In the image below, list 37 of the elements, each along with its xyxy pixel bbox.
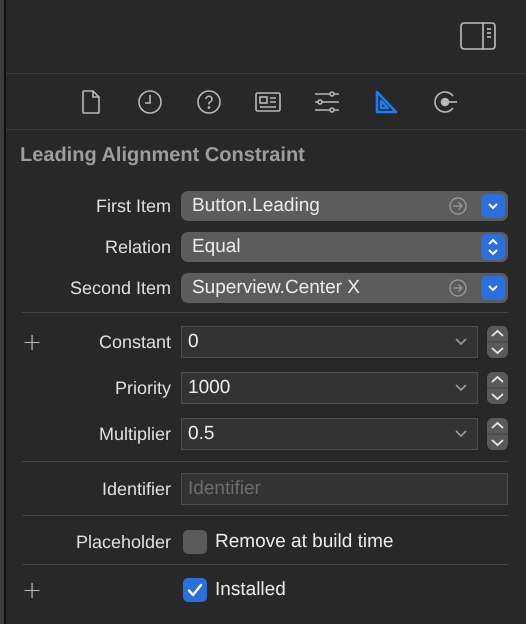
value-combo-box[interactable]: 1000: [181, 372, 478, 404]
field-label: Priority: [114, 378, 171, 398]
field-label: Multiplier: [98, 424, 171, 444]
field-label: Placeholder: [76, 532, 171, 552]
stepper[interactable]: [487, 418, 508, 450]
value-combo-box[interactable]: 0: [181, 326, 478, 358]
checkbox-label: Installed: [215, 579, 286, 601]
checkbox-label: Remove at build time: [215, 531, 394, 553]
chevron-down-icon[interactable]: [455, 430, 467, 438]
field-label: Relation: [104, 236, 171, 258]
ruler-triangle-icon[interactable]: [373, 88, 399, 114]
chevron-down-icon[interactable]: [481, 276, 505, 300]
stepper[interactable]: [487, 372, 508, 404]
relation-select[interactable]: Equal: [181, 232, 508, 262]
value-combo-box[interactable]: 0.5: [181, 418, 478, 450]
help-icon[interactable]: [196, 88, 222, 114]
chevron-down-icon[interactable]: [455, 338, 467, 346]
field-label: Second Item: [70, 278, 171, 298]
identifier-field[interactable]: Identifier: [181, 473, 508, 505]
clock-icon[interactable]: [137, 88, 163, 114]
stepper[interactable]: [487, 326, 508, 358]
add-button[interactable]: +: [22, 578, 42, 602]
add-button[interactable]: +: [22, 330, 42, 354]
item-popup[interactable]: Superview.Center X: [181, 273, 508, 303]
field-label: Constant: [98, 332, 171, 352]
field-label: Identifier: [102, 478, 171, 500]
connection-icon[interactable]: [432, 88, 458, 114]
sliders-icon[interactable]: [314, 88, 340, 114]
up-down-chevron-icon: [481, 234, 505, 260]
inspector-title: Leading Alignment Constraint: [19, 143, 306, 168]
sidebar-toggle-icon[interactable]: [460, 22, 496, 50]
item-popup[interactable]: Button.Leading: [181, 191, 508, 221]
field-label: First Item: [96, 196, 171, 216]
checkbox[interactable]: [183, 530, 207, 554]
checkbox[interactable]: [183, 578, 207, 602]
chevron-down-icon[interactable]: [455, 384, 467, 392]
chevron-down-icon[interactable]: [481, 194, 505, 218]
